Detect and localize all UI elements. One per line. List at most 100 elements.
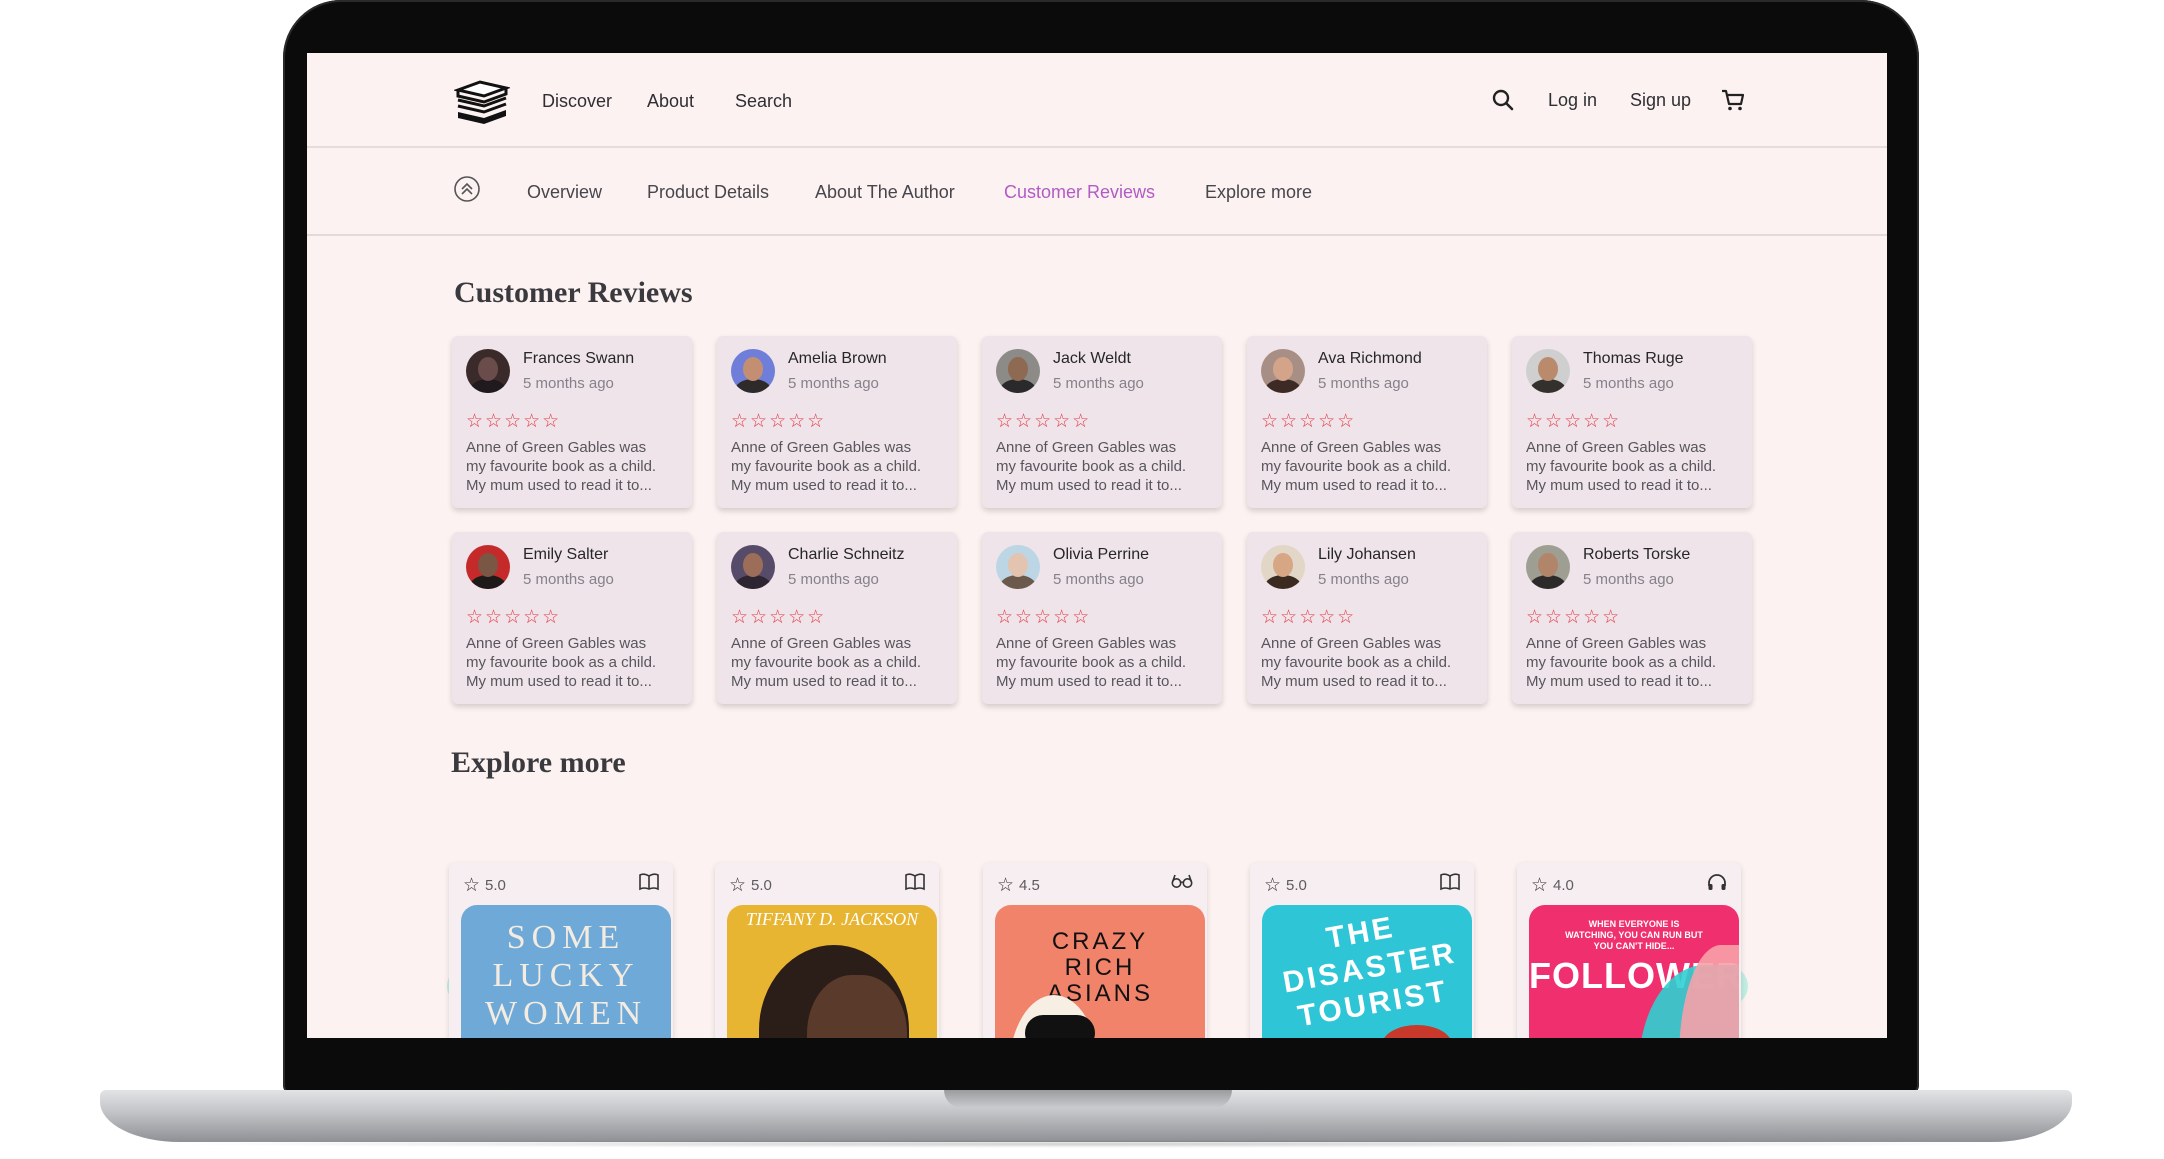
tab-explore-more[interactable]: Explore more — [1205, 182, 1312, 203]
rating-value: 4.0 — [1553, 876, 1574, 894]
search-icon[interactable] — [1491, 88, 1515, 112]
review-time: 5 months ago — [523, 375, 614, 392]
star-rating-icon: ☆☆☆☆☆ — [466, 606, 562, 628]
avatar — [1526, 349, 1570, 393]
book-card[interactable]: ☆ 4.0 WHEN EVERYONE IS WATCHING, YOU CAN R… — [1517, 863, 1741, 1038]
book-icon[interactable] — [639, 873, 659, 896]
section-nav: Overview Product Details About The Autho… — [307, 148, 1887, 236]
book-cover[interactable]: WHEN EVERYONE IS WATCHING, YOU CAN RUN B… — [1529, 905, 1739, 1038]
review-time: 5 months ago — [788, 375, 879, 392]
avatar — [466, 349, 510, 393]
review-card[interactable]: Amelia Brown 5 months ago ☆☆☆☆☆ Anne of Gre… — [717, 336, 957, 508]
reviewer-name: Charlie Schneitz — [788, 546, 905, 563]
books-logo-icon[interactable] — [454, 80, 510, 124]
book-card[interactable]: ☆ 5.0 THE DISASTER TOURIST — [1250, 863, 1474, 1038]
book-icon[interactable] — [905, 873, 925, 896]
book-card[interactable]: ☆ 5.0 TIFFANY D. JACKSON — [715, 863, 939, 1038]
tab-about-author[interactable]: About The Author — [815, 182, 955, 203]
avatar — [731, 349, 775, 393]
book-cover[interactable]: TIFFANY D. JACKSON — [727, 905, 937, 1038]
tab-product-details[interactable]: Product Details — [647, 182, 769, 203]
review-excerpt: Anne of Green Gables was my favourite bo… — [996, 635, 1187, 690]
review-time: 5 months ago — [1318, 375, 1409, 392]
review-time: 5 months ago — [1053, 571, 1144, 588]
star-icon: ☆ — [1531, 874, 1549, 896]
reviewer-name: Roberts Torske — [1583, 546, 1691, 563]
glasses-icon[interactable] — [1171, 873, 1193, 894]
nav-discover[interactable]: Discover — [542, 91, 612, 112]
star-rating-icon: ☆☆☆☆☆ — [996, 410, 1092, 432]
headphones-icon[interactable] — [1707, 873, 1727, 896]
star-rating-icon: ☆☆☆☆☆ — [731, 606, 827, 628]
reviews-heading: Customer Reviews — [454, 276, 693, 309]
nav-about[interactable]: About — [647, 91, 694, 112]
review-card[interactable]: Olivia Perrine 5 months ago ☆☆☆☆☆ Anne of G… — [982, 532, 1222, 704]
book-cover-title: CRAZY RICH ASIANS — [1046, 928, 1154, 1007]
book-cover-title: SOME LUCKY WOMEN — [485, 919, 648, 1032]
review-excerpt: Anne of Green Gables was my favourite bo… — [1261, 439, 1452, 494]
review-time: 5 months ago — [1583, 375, 1674, 392]
login-link[interactable]: Log in — [1548, 90, 1597, 111]
tab-overview[interactable]: Overview — [527, 182, 602, 203]
star-rating-icon: ☆☆☆☆☆ — [996, 606, 1092, 628]
star-icon: ☆ — [729, 874, 747, 896]
avatar — [1261, 349, 1305, 393]
book-cover[interactable]: THE DISASTER TOURIST — [1262, 905, 1472, 1038]
explore-heading: Explore more — [451, 746, 626, 779]
review-card[interactable]: Frances Swann 5 months ago ☆☆☆☆☆ Anne of Gr… — [452, 336, 692, 508]
reviewer-name: Jack Weldt — [1053, 350, 1131, 367]
reviewer-name: Amelia Brown — [788, 350, 887, 367]
book-cover[interactable]: CRAZY RICH ASIANS — [995, 905, 1205, 1038]
star-rating-icon: ☆☆☆☆☆ — [466, 410, 562, 432]
review-excerpt: Anne of Green Gables was my favourite bo… — [466, 439, 657, 494]
avatar — [1526, 545, 1570, 589]
scroll-top-icon[interactable] — [453, 175, 481, 203]
avatar — [731, 545, 775, 589]
rating-value: 4.5 — [1019, 876, 1040, 894]
review-card[interactable]: Lily Johansen 5 months ago ☆☆☆☆☆ Anne of Gr… — [1247, 532, 1487, 704]
review-card[interactable]: Roberts Torske 5 months ago ☆☆☆☆☆ Anne of G… — [1512, 532, 1752, 704]
avatar — [466, 545, 510, 589]
reviewer-name: Frances Swann — [523, 350, 635, 367]
book-rating: ☆ 4.5 — [997, 874, 1040, 896]
book-cover[interactable]: SOME LUCKY WOMEN — [461, 905, 671, 1038]
review-excerpt: Anne of Green Gables was my favourite bo… — [996, 439, 1187, 494]
tab-customer-reviews[interactable]: Customer Reviews — [1004, 182, 1155, 203]
book-rating: ☆ 5.0 — [729, 874, 772, 896]
laptop-notch — [944, 1090, 1232, 1108]
avatar — [996, 349, 1040, 393]
review-card[interactable]: Thomas Ruge 5 months ago ☆☆☆☆☆ Anne of Gree… — [1512, 336, 1752, 508]
nav-search[interactable]: Search — [735, 91, 792, 112]
review-excerpt: Anne of Green Gables was my favourite bo… — [731, 635, 922, 690]
star-rating-icon: ☆☆☆☆☆ — [1526, 410, 1622, 432]
avatar — [996, 545, 1040, 589]
review-card[interactable]: Charlie Schneitz 5 months ago ☆☆☆☆☆ Anne of… — [717, 532, 957, 704]
top-nav: Discover About Search Log in Sign up — [307, 53, 1887, 148]
cart-icon[interactable] — [1720, 87, 1746, 113]
review-card[interactable]: Emily Salter 5 months ago ☆☆☆☆☆ Anne of Gre… — [452, 532, 692, 704]
review-excerpt: Anne of Green Gables was my favourite bo… — [731, 439, 922, 494]
book-cover-title: THE DISASTER TOURIST — [1280, 910, 1460, 1034]
rating-value: 5.0 — [485, 876, 506, 894]
book-rating: ☆ 5.0 — [463, 874, 506, 896]
star-icon: ☆ — [997, 874, 1015, 896]
book-card[interactable]: ☆ 4.5 CRAZY RICH ASIANS — [983, 863, 1207, 1038]
star-icon: ☆ — [1264, 874, 1282, 896]
review-time: 5 months ago — [788, 571, 879, 588]
book-rating: ☆ 5.0 — [1264, 874, 1307, 896]
book-card[interactable]: ☆ 5.0 SOME LUCKY WOMEN — [449, 863, 673, 1038]
review-card[interactable]: Ava Richmond 5 months ago ☆☆☆☆☆ Anne of Gre… — [1247, 336, 1487, 508]
review-time: 5 months ago — [1053, 375, 1144, 392]
review-excerpt: Anne of Green Gables was my favourite bo… — [1261, 635, 1452, 690]
review-excerpt: Anne of Green Gables was my favourite bo… — [1526, 439, 1717, 494]
review-excerpt: Anne of Green Gables was my favourite bo… — [1526, 635, 1717, 690]
review-excerpt: Anne of Green Gables was my favourite bo… — [466, 635, 657, 690]
star-rating-icon: ☆☆☆☆☆ — [731, 410, 827, 432]
review-card[interactable]: Jack Weldt 5 months ago ☆☆☆☆☆ Anne of Green… — [982, 336, 1222, 508]
book-icon[interactable] — [1440, 873, 1460, 896]
rating-value: 5.0 — [751, 876, 772, 894]
reviewer-name: Ava Richmond — [1318, 350, 1422, 367]
book-cover-author: TIFFANY D. JACKSON — [745, 909, 919, 929]
signup-link[interactable]: Sign up — [1630, 90, 1691, 111]
laptop-shadow — [140, 1140, 2030, 1148]
